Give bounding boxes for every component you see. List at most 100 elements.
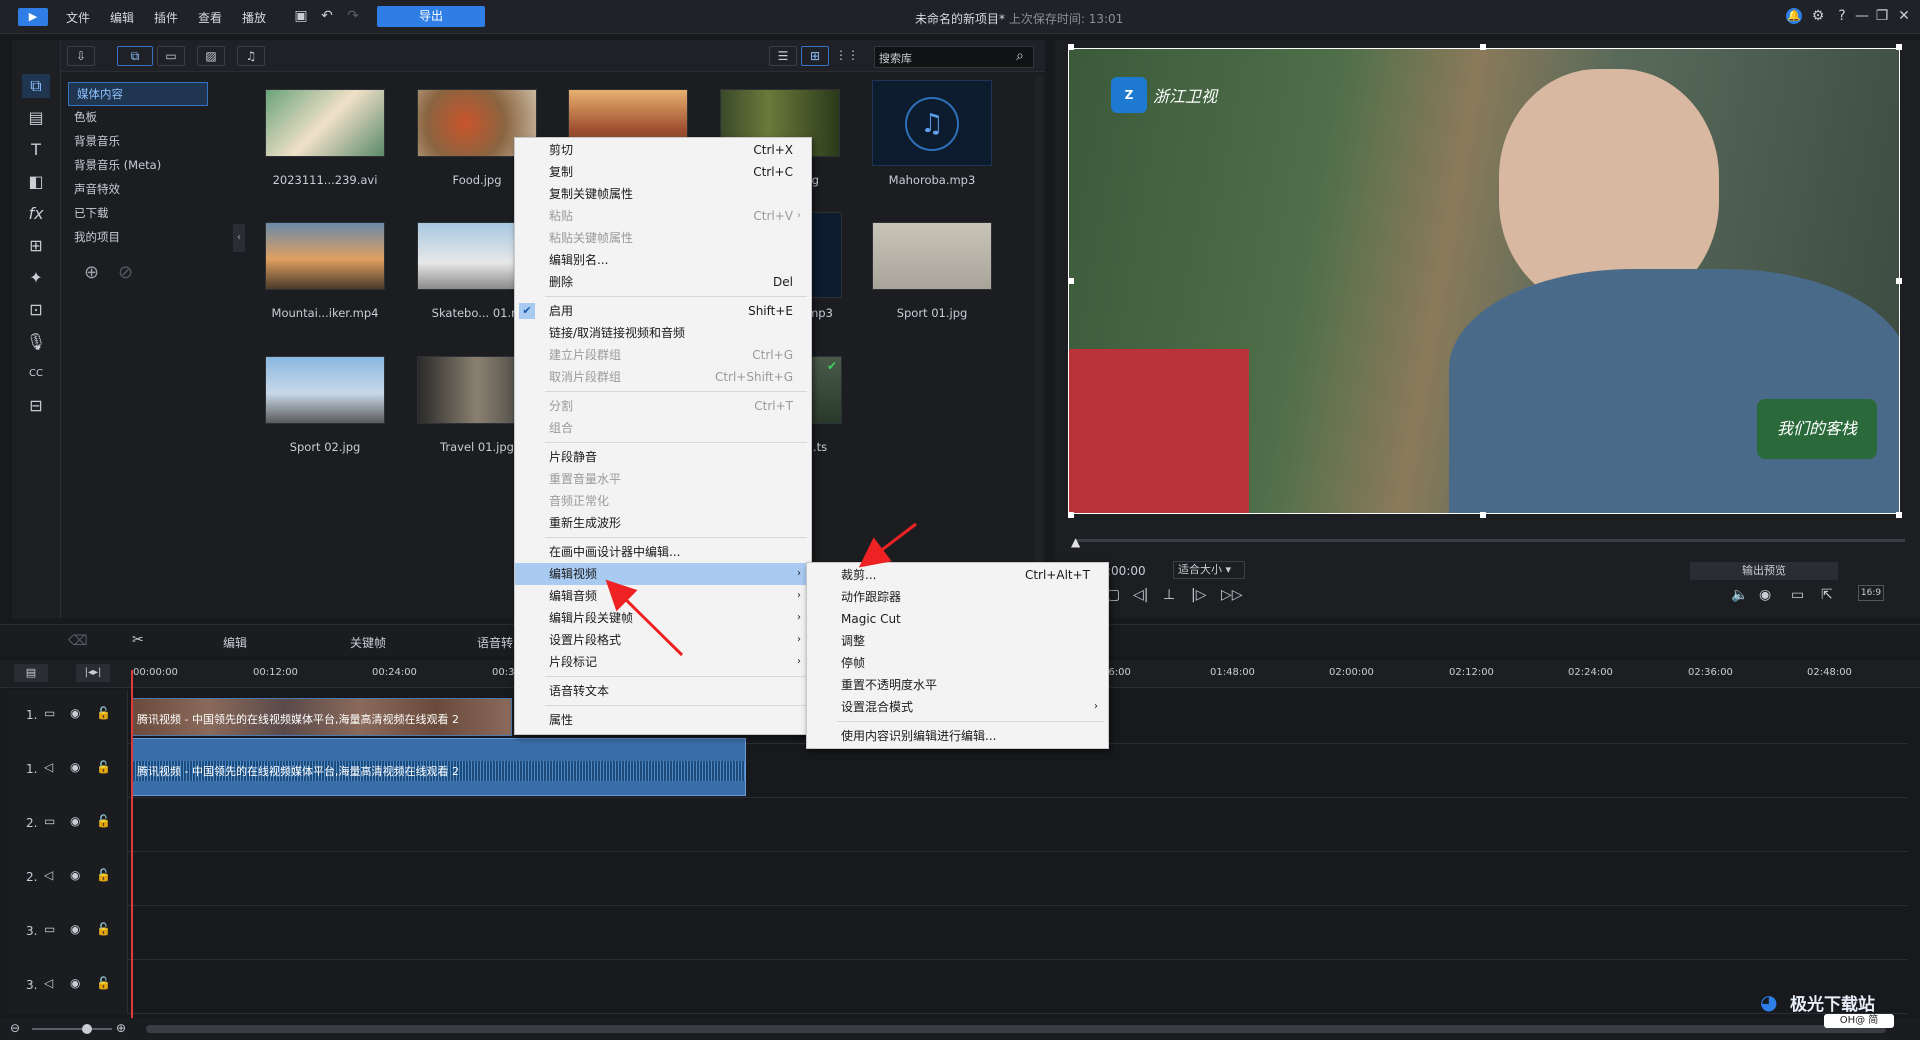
library-scrollbar[interactable] (1035, 76, 1043, 606)
category-media[interactable]: 媒体内容 (68, 82, 208, 106)
menu-clip-marker[interactable]: 片段标记 › (515, 651, 811, 673)
submenu-blend-mode[interactable]: 设置混合模式 › (807, 696, 1108, 718)
search-icon[interactable]: ⌕ (1016, 48, 1024, 64)
lock-icon[interactable]: 🔓 (96, 922, 111, 936)
resize-handle[interactable] (1896, 278, 1902, 284)
transition-icon[interactable]: ◧ (22, 170, 50, 194)
thumb-audio-mahoroba[interactable]: ♫ (872, 80, 992, 166)
zoom-slider-handle[interactable] (82, 1024, 92, 1034)
category-my-projects[interactable]: 我的项目 (66, 226, 228, 250)
subtitle-icon[interactable]: ▭ (1791, 587, 1804, 603)
timeline-keyframe-button[interactable]: 关键帧 (350, 634, 386, 651)
scrubber-handle[interactable]: ▲ (1071, 535, 1080, 549)
resize-handle[interactable] (1068, 44, 1074, 50)
library-search-input[interactable]: 搜索库 (874, 46, 1034, 68)
resize-handle[interactable] (1896, 512, 1902, 518)
filter-audio-icon[interactable]: ♫ (237, 46, 265, 66)
submenu-adjust[interactable]: 调整 (807, 630, 1108, 652)
thumb-sport-01[interactable] (872, 222, 992, 290)
eye-icon[interactable]: ◉ (70, 976, 80, 990)
lock-icon[interactable]: 🔓 (96, 868, 111, 882)
menu-regenerate-waveform[interactable]: 重新生成波形 (515, 512, 811, 534)
timeline-speech-button[interactable]: 语音转 (477, 634, 513, 651)
thumb-sport-02[interactable] (265, 356, 385, 424)
eye-icon[interactable]: ◉ (70, 814, 80, 828)
audio-mixing-icon[interactable]: ⊟ (22, 394, 50, 418)
fit-size-select[interactable]: 适合大小 ▾ (1173, 561, 1245, 579)
category-sfx[interactable]: 声音特效 (66, 178, 228, 202)
eye-icon[interactable]: ◉ (70, 922, 80, 936)
submenu-motion-tracker[interactable]: 动作跟踪器 (807, 586, 1108, 608)
submenu-magic-cut[interactable]: Magic Cut (807, 608, 1108, 630)
undock-icon[interactable]: ⇱ (1821, 587, 1833, 603)
menu-group[interactable]: 建立片段群组 Ctrl+G (515, 344, 811, 366)
menu-copy-keyframe-attrs[interactable]: 复制关键帧属性 (515, 183, 811, 205)
eye-icon[interactable]: ◉ (70, 706, 80, 720)
menu-view[interactable]: 查看 (198, 9, 222, 26)
aspect-ratio-button[interactable]: 16:9 (1858, 585, 1884, 601)
menu-cut[interactable]: 剪切 Ctrl+X (515, 139, 811, 161)
undo-icon[interactable]: ↶ (319, 8, 335, 24)
fast-forward-icon[interactable]: ▷▷ (1221, 587, 1243, 603)
menu-edit[interactable]: 编辑 (110, 9, 134, 26)
menu-edit-audio[interactable]: 编辑音频 › (515, 585, 811, 607)
track-manager-icon[interactable]: ▤ (14, 664, 48, 682)
output-preview-button[interactable]: 输出预览 (1690, 562, 1838, 580)
playhead[interactable] (131, 670, 133, 1018)
export-button[interactable]: 导出 (377, 6, 485, 27)
menu-reset-volume[interactable]: 重置音量水平 (515, 468, 811, 490)
menu-combine[interactable]: 组合 (515, 417, 811, 439)
microphone-icon[interactable]: 🎙 (22, 330, 50, 354)
filter-image-icon[interactable]: ▨ (197, 46, 225, 66)
menu-file[interactable]: 文件 (66, 9, 90, 26)
menu-split[interactable]: 分割 Ctrl+T (515, 395, 811, 417)
menu-ungroup[interactable]: 取消片段群组 Ctrl+Shift+G (515, 366, 811, 388)
scissors-icon[interactable]: ✂ (132, 632, 144, 648)
menu-plugins[interactable]: 插件 (154, 9, 178, 26)
eye-icon[interactable]: ◉ (70, 868, 80, 882)
next-frame-icon[interactable]: |▷ (1191, 587, 1206, 603)
lock-icon[interactable]: 🔓 (96, 706, 111, 720)
split-icon[interactable]: ⊥ (1163, 587, 1175, 603)
menu-edit-alias[interactable]: 编辑别名... (515, 249, 811, 271)
volume-icon[interactable]: 🔈 (1731, 587, 1748, 603)
lock-icon[interactable]: 🔓 (96, 760, 111, 774)
menu-copy[interactable]: 复制 Ctrl+C (515, 161, 811, 183)
submenu-reset-opacity[interactable]: 重置不透明度水平 (807, 674, 1108, 696)
redo-icon[interactable]: ↷ (345, 8, 361, 24)
menu-paste[interactable]: 粘贴 Ctrl+V › (515, 205, 811, 227)
close-icon[interactable]: ✕ (1896, 8, 1912, 24)
effects-room-icon[interactable]: fx (22, 202, 50, 226)
category-bgm[interactable]: 背景音乐 (66, 130, 228, 154)
media-room-icon[interactable]: ⧉ (22, 74, 50, 98)
more-grid-icon[interactable]: ⋮⋮ (833, 46, 861, 66)
submenu-freeze-frame[interactable]: 停帧 (807, 652, 1108, 674)
help-icon[interactable]: ? (1834, 8, 1850, 24)
subtitle-room-icon[interactable]: CC (22, 362, 50, 386)
menu-paste-keyframe-attrs[interactable]: 粘贴关键帧属性 (515, 227, 811, 249)
import-media-icon[interactable]: ⇩ (67, 46, 95, 66)
zoom-out-icon[interactable]: ⊖ (10, 1021, 20, 1035)
thumb-mountain[interactable] (265, 222, 385, 290)
filter-video-icon[interactable]: ▭ (157, 46, 185, 66)
menu-properties[interactable]: 属性 (515, 709, 811, 731)
menu-edit-video[interactable]: 编辑视频 › (515, 563, 811, 585)
add-tag-icon[interactable]: ⊕ (84, 262, 99, 283)
submenu-crop[interactable]: 裁剪... Ctrl+Alt+T (807, 564, 1108, 586)
resize-handle[interactable] (1480, 44, 1486, 50)
menu-pip-designer[interactable]: 在画中画设计器中编辑... (515, 541, 811, 563)
eye-icon[interactable]: ◉ (70, 760, 80, 774)
resize-handle[interactable] (1068, 278, 1074, 284)
menu-speech-to-text[interactable]: 语音转文本 (515, 680, 811, 702)
resize-handle[interactable] (1480, 512, 1486, 518)
resize-handle[interactable] (1896, 44, 1902, 50)
transition-room-icon[interactable]: ▤ (22, 106, 50, 130)
menu-enable[interactable]: ✔ 启用 Shift+E (515, 300, 811, 322)
collapse-panel-icon[interactable]: ‹ (233, 224, 245, 252)
chapter-room-icon[interactable]: ⊡ (22, 298, 50, 322)
category-color-board[interactable]: 色板 (66, 106, 228, 130)
preview-scrubber[interactable] (1075, 539, 1905, 542)
title-room-icon[interactable]: T (22, 138, 50, 162)
video-clip[interactable]: 腾讯视频 - 中国领先的在线视频媒体平台,海量高清视频在线观看 2 (132, 698, 512, 736)
save-icon[interactable]: ▣ (293, 8, 309, 24)
